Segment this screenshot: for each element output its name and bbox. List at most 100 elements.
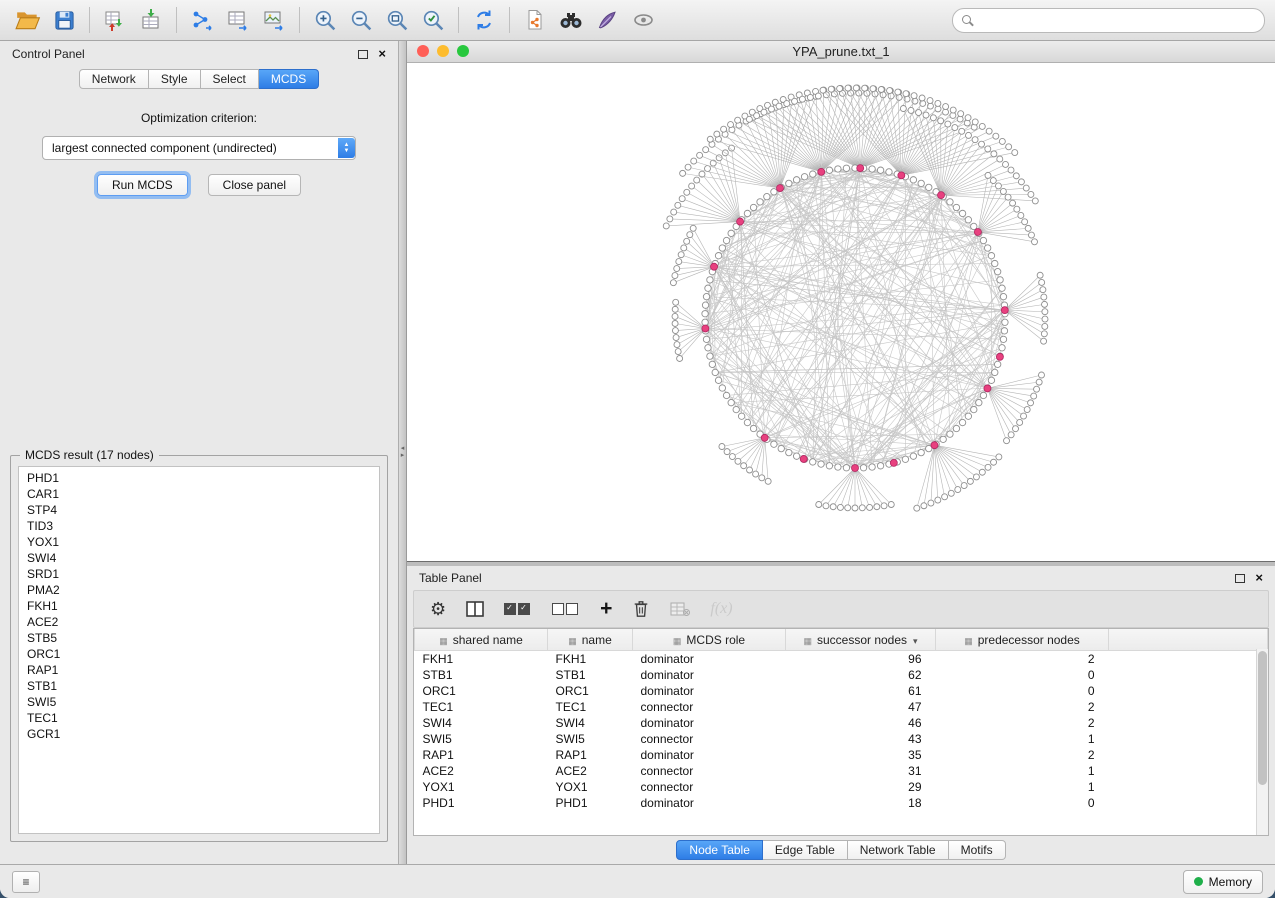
mcds-result-title: MCDS result (17 nodes)	[20, 448, 159, 462]
open-folder-icon[interactable]	[10, 4, 46, 36]
table-row[interactable]: STB1STB1dominator620	[415, 667, 1268, 683]
table-cell: ORC1	[415, 683, 548, 699]
table-tabs: Node TableEdge TableNetwork TableMotifs	[407, 836, 1275, 864]
mcds-result-item[interactable]: PMA2	[19, 582, 379, 598]
table-row[interactable]: FKH1FKH1dominator962	[415, 651, 1268, 668]
wand-icon[interactable]	[589, 4, 625, 36]
clear-table-icon	[670, 596, 690, 622]
import-network-icon[interactable]	[97, 4, 133, 36]
memory-button[interactable]: Memory	[1183, 870, 1263, 894]
export-image-icon[interactable]	[256, 4, 292, 36]
mcds-result-item[interactable]: GCR1	[19, 726, 379, 742]
save-icon[interactable]	[46, 4, 82, 36]
column-header-shared-name[interactable]: ▦shared name	[415, 629, 548, 651]
search-icon	[962, 14, 975, 27]
table-cell: 61	[786, 683, 936, 699]
mcds-result-item[interactable]: SWI4	[19, 550, 379, 566]
table-scrollbar-thumb[interactable]	[1258, 651, 1267, 785]
float-table-panel-icon[interactable]	[1235, 574, 1245, 583]
column-header-label: successor nodes	[817, 633, 907, 647]
table-cell: dominator	[633, 795, 786, 811]
table-row[interactable]: ORC1ORC1dominator610	[415, 683, 1268, 699]
table-cell: dominator	[633, 683, 786, 699]
minimize-window-icon[interactable]	[437, 45, 449, 57]
mcds-result-item[interactable]: ORC1	[19, 646, 379, 662]
close-table-panel-icon[interactable]: ×	[1255, 572, 1263, 584]
table-row[interactable]: PHD1PHD1dominator180	[415, 795, 1268, 811]
zoom-out-icon[interactable]	[343, 4, 379, 36]
import-table-icon[interactable]	[133, 4, 169, 36]
splitter-grip-icon[interactable]: ◂▸	[399, 441, 406, 463]
mcds-result-item[interactable]: FKH1	[19, 598, 379, 614]
mcds-result-item[interactable]: STB1	[19, 678, 379, 694]
add-column-icon[interactable]: +	[600, 596, 612, 622]
export-table-icon[interactable]	[220, 4, 256, 36]
column-header-filler	[1109, 629, 1268, 651]
mcds-result-item[interactable]: STB5	[19, 630, 379, 646]
close-window-icon[interactable]	[417, 45, 429, 57]
tab-motifs[interactable]: Motifs	[949, 840, 1006, 860]
run-mcds-button[interactable]: Run MCDS	[97, 174, 188, 196]
close-panel-icon[interactable]: ×	[378, 48, 386, 60]
column-header-name[interactable]: ▦name	[548, 629, 633, 651]
control-panel-title: Control Panel	[12, 47, 85, 61]
table-row[interactable]: TEC1TEC1connector472	[415, 699, 1268, 715]
network-canvas[interactable]	[407, 63, 1275, 561]
mcds-result-item[interactable]: SWI5	[19, 694, 379, 710]
mcds-result-item[interactable]: ACE2	[19, 614, 379, 630]
table-scrollbar[interactable]	[1256, 649, 1268, 835]
mcds-result-item[interactable]: RAP1	[19, 662, 379, 678]
zoom-in-icon[interactable]	[307, 4, 343, 36]
table-row[interactable]: ACE2ACE2connector311	[415, 763, 1268, 779]
mcds-result-item[interactable]: TEC1	[19, 710, 379, 726]
tab-mcds[interactable]: MCDS	[259, 69, 319, 89]
table-cell: TEC1	[548, 699, 633, 715]
node-table-header-row: ▦shared name▦name▦MCDS role▦successor no…	[415, 629, 1268, 651]
export-network-icon[interactable]	[184, 4, 220, 36]
table-settings-gear-icon[interactable]: ⚙	[430, 596, 446, 622]
table-row[interactable]: SWI5SWI5connector431	[415, 731, 1268, 747]
optimization-criterion-dropdown[interactable]: largest connected component (undirected)…	[42, 136, 356, 160]
select-all-columns-icon[interactable]	[504, 596, 532, 622]
show-panels-menu-icon[interactable]: ≡	[12, 871, 40, 893]
mcds-result-item[interactable]: STP4	[19, 502, 379, 518]
mcds-result-item[interactable]: TID3	[19, 518, 379, 534]
toolbar-separator	[299, 7, 300, 33]
search-input[interactable]	[975, 10, 1260, 30]
tab-node-table[interactable]: Node Table	[676, 840, 763, 860]
table-row[interactable]: YOX1YOX1connector291	[415, 779, 1268, 795]
unselect-all-columns-icon[interactable]	[552, 596, 580, 622]
table-cell: PHD1	[548, 795, 633, 811]
zoom-fit-icon[interactable]	[379, 4, 415, 36]
tab-network-table[interactable]: Network Table	[848, 840, 949, 860]
share-document-icon[interactable]	[517, 4, 553, 36]
mcds-result-item[interactable]: CAR1	[19, 486, 379, 502]
table-row[interactable]: SWI4SWI4dominator462	[415, 715, 1268, 731]
column-header-mcds-role[interactable]: ▦MCDS role	[633, 629, 786, 651]
mcds-result-list[interactable]: PHD1CAR1STP4TID3YOX1SWI4SRD1PMA2FKH1ACE2…	[18, 466, 380, 834]
eye-icon[interactable]	[625, 4, 661, 36]
refresh-icon[interactable]	[466, 4, 502, 36]
optimization-criterion-label: Optimization criterion:	[0, 111, 398, 125]
float-panel-icon[interactable]	[358, 50, 368, 59]
mcds-result-item[interactable]: SRD1	[19, 566, 379, 582]
window-controls	[417, 45, 469, 57]
column-header-predecessor-nodes[interactable]: ▦predecessor nodes	[936, 629, 1109, 651]
tab-select[interactable]: Select	[201, 69, 259, 89]
zoom-window-icon[interactable]	[457, 45, 469, 57]
tab-style[interactable]: Style	[149, 69, 201, 89]
tab-edge-table[interactable]: Edge Table	[763, 840, 848, 860]
mcds-result-item[interactable]: YOX1	[19, 534, 379, 550]
table-row[interactable]: RAP1RAP1dominator352	[415, 747, 1268, 763]
table-cell-filler	[1109, 683, 1268, 699]
delete-column-icon[interactable]	[632, 596, 650, 622]
close-panel-button[interactable]: Close panel	[208, 174, 301, 196]
mcds-result-item[interactable]: PHD1	[19, 470, 379, 486]
column-header-successor-nodes[interactable]: ▦successor nodes▾	[786, 629, 936, 651]
binoculars-icon[interactable]	[553, 4, 589, 36]
show-columns-icon[interactable]	[466, 596, 484, 622]
panel-splitter[interactable]: ◂▸	[399, 41, 407, 864]
table-cell: YOX1	[415, 779, 548, 795]
tab-network[interactable]: Network	[79, 69, 149, 89]
zoom-selected-icon[interactable]	[415, 4, 451, 36]
